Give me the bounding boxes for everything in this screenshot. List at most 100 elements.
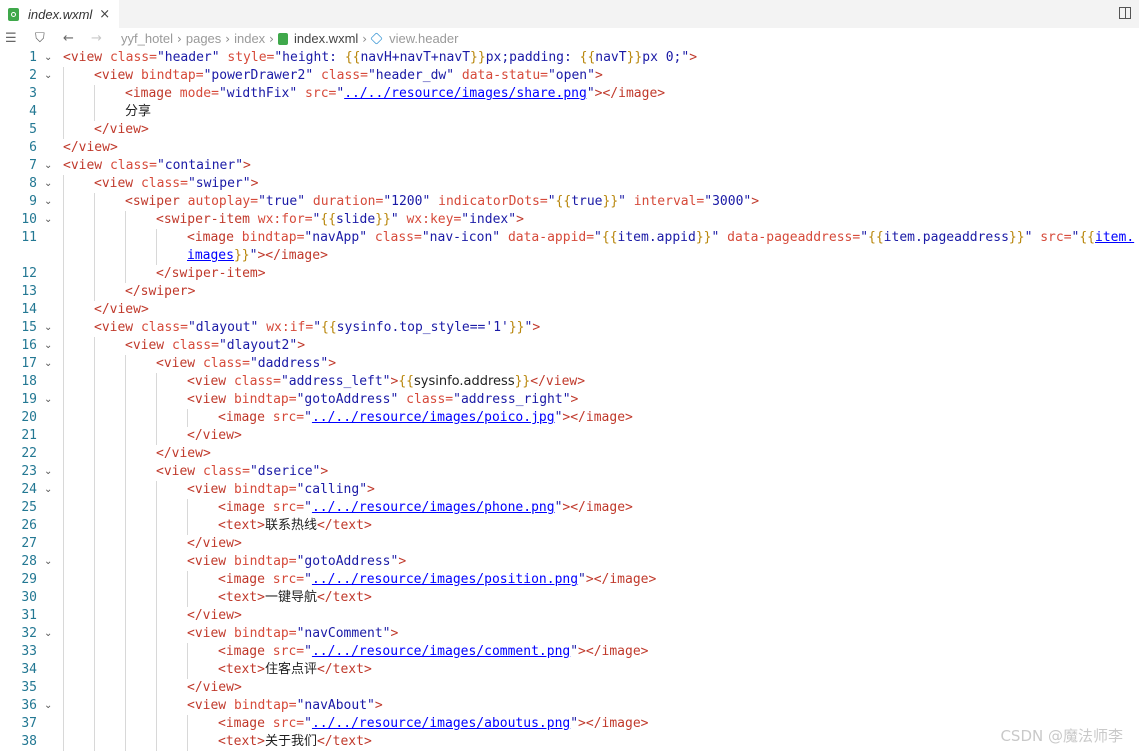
code-token: </swiper-item> (156, 266, 266, 281)
line-number: 3 (29, 86, 37, 101)
code-line[interactable]: 5 </view> (0, 121, 1139, 139)
code-line[interactable]: 7 ⌄ <view class="container"> (0, 157, 1139, 175)
code-line[interactable]: 8 ⌄ <view class="swiper"> (0, 175, 1139, 193)
code-editor[interactable]: 1 ⌄ <view class="header" style="height: {{… (0, 49, 1139, 751)
fold-chevron-icon[interactable]: ⌄ (44, 355, 52, 373)
code-line[interactable]: 21 </view> (0, 427, 1139, 445)
fold-chevron-icon[interactable]: ⌄ (44, 49, 52, 67)
indent-guide (125, 571, 126, 589)
fold-chevron-icon[interactable]: ⌄ (44, 481, 52, 499)
code-line[interactable]: 26 <text>联系热线</text> (0, 517, 1139, 535)
bookmark-icon[interactable]: ⛉ (35, 32, 45, 46)
code-line[interactable]: 17 ⌄ <view class="daddress"> (0, 355, 1139, 373)
breadcrumb-item[interactable]: pages (186, 31, 221, 46)
forward-arrow-icon[interactable]: → (91, 32, 102, 46)
breadcrumb-item[interactable]: yyf_hotel (121, 31, 173, 46)
code-line[interactable]: 6 </view> (0, 139, 1139, 157)
code-token: " (578, 572, 586, 587)
code-line[interactable]: 9 ⌄ <swiper autoplay="true" duration="1200… (0, 193, 1139, 211)
outline-list-icon[interactable]: ☰ (5, 32, 17, 46)
code-line[interactable]: 23 ⌄ <view class="dserice"> (0, 463, 1139, 481)
breadcrumb-item[interactable]: view.header (389, 31, 458, 46)
code-line[interactable]: 32 ⌄ <view bindtap="navComment"> (0, 625, 1139, 643)
indent-guide (187, 517, 188, 535)
back-arrow-icon[interactable]: ← (63, 32, 74, 46)
fold-chevron-icon[interactable]: ⌄ (44, 625, 52, 643)
fold-chevron-icon[interactable]: ⌄ (44, 175, 52, 193)
code-line[interactable]: 19 ⌄ <view bindtap="gotoAddress" class="ad… (0, 391, 1139, 409)
code-line[interactable]: 20 <image src="../../resource/images/poic… (0, 409, 1139, 427)
code-line[interactable]: 1 ⌄ <view class="header" style="height: {{… (0, 49, 1139, 67)
code-token: "open" (547, 68, 595, 83)
code-line[interactable]: 29 <image src="../../resource/images/posi… (0, 571, 1139, 589)
code-line[interactable]: 24 ⌄ <view bindtap="calling"> (0, 481, 1139, 499)
code-line[interactable]: images}}"></image> (0, 247, 1139, 265)
fold-chevron-icon[interactable]: ⌄ (44, 391, 52, 409)
code-line[interactable]: 11 <image bindtap="navApp" class="nav-ico… (0, 229, 1139, 247)
code-token: bindtap= (226, 392, 297, 407)
code-text: <text>一键导航</text> (218, 589, 372, 607)
code-line[interactable]: 10 ⌄ <swiper-item wx:for="{{slide}}" wx:ke… (0, 211, 1139, 229)
code-token: class= (226, 374, 281, 389)
indent-guide (187, 571, 188, 589)
indent-guide (63, 337, 64, 355)
code-line[interactable]: 22 </view> (0, 445, 1139, 463)
fold-chevron-icon[interactable]: ⌄ (44, 193, 52, 211)
code-token: <view (125, 338, 165, 353)
code-text: <view class="dlayout2"> (125, 337, 305, 355)
code-token: {{ (344, 50, 361, 65)
indent-guide (94, 499, 95, 517)
code-text: <view bindtap="navAbout"> (187, 697, 383, 715)
breadcrumb-item[interactable]: index (234, 31, 265, 46)
code-line[interactable]: 31 </view> (0, 607, 1139, 625)
code-line[interactable]: 25 <image src="../../resource/images/phon… (0, 499, 1139, 517)
fold-chevron-icon[interactable]: ⌄ (44, 697, 52, 715)
indent-guide (156, 517, 157, 535)
fold-chevron-icon[interactable]: ⌄ (44, 319, 52, 337)
code-line[interactable]: 33 <image src="../../resource/images/comm… (0, 643, 1139, 661)
code-token: <swiper (125, 194, 180, 209)
code-line[interactable]: 34 <text>住客点评</text> (0, 661, 1139, 679)
fold-chevron-icon[interactable]: ⌄ (44, 211, 52, 229)
code-token: </view> (94, 122, 149, 137)
code-line[interactable]: 38 <text>关于我们</text> (0, 733, 1139, 751)
close-icon[interactable]: × (99, 7, 110, 22)
code-text: </swiper> (125, 283, 195, 301)
code-token: </swiper> (125, 284, 196, 299)
code-token: > (367, 482, 375, 497)
code-line[interactable]: 2 ⌄ <view bindtap="powerDrawer2" class="he… (0, 67, 1139, 85)
indent-guide (125, 211, 126, 229)
fold-chevron-icon[interactable]: ⌄ (44, 463, 52, 481)
code-token: </text> (316, 590, 372, 605)
code-token: </text> (316, 518, 372, 533)
code-line[interactable]: 28 ⌄ <view bindtap="gotoAddress"> (0, 553, 1139, 571)
code-line[interactable]: 3 <image mode="widthFix" src="../../resou… (0, 85, 1139, 103)
indent-guide (63, 301, 64, 319)
code-token: " (304, 500, 312, 515)
fold-chevron-icon[interactable]: ⌄ (44, 67, 52, 85)
code-line[interactable]: 37 <image src="../../resource/images/abou… (0, 715, 1139, 733)
code-line[interactable]: 4 分享 (0, 103, 1139, 121)
line-number: 22 (21, 446, 37, 461)
code-line[interactable]: 36 ⌄ <view bindtap="navAbout"> (0, 697, 1139, 715)
fold-chevron-icon[interactable]: ⌄ (44, 337, 52, 355)
code-line[interactable]: 12 </swiper-item> (0, 265, 1139, 283)
split-editor-icon[interactable] (1119, 7, 1131, 19)
code-line[interactable]: 18 <view class="address_left">{{sysinfo.a… (0, 373, 1139, 391)
code-line[interactable]: 30 <text>一键导航</text> (0, 589, 1139, 607)
code-token: > (328, 356, 337, 371)
indent-guide (94, 481, 95, 499)
chevron-right-icon: › (177, 31, 182, 46)
fold-chevron-icon[interactable]: ⌄ (44, 157, 52, 175)
code-line[interactable]: 27 </view> (0, 535, 1139, 553)
code-line[interactable]: 13 </swiper> (0, 283, 1139, 301)
code-line[interactable]: 14 </view> (0, 301, 1139, 319)
code-line[interactable]: 15 ⌄ <view class="dlayout" wx:if="{{sysinf… (0, 319, 1139, 337)
tab-index-wxml[interactable]: index.wxml × (0, 0, 119, 28)
code-token: class= (195, 464, 250, 479)
breadcrumb-item[interactable]: index.wxml (294, 31, 358, 46)
fold-chevron-icon[interactable]: ⌄ (44, 553, 52, 571)
wxml-file-icon (277, 32, 288, 45)
code-line[interactable]: 35 </view> (0, 679, 1139, 697)
code-line[interactable]: 16 ⌄ <view class="dlayout2"> (0, 337, 1139, 355)
